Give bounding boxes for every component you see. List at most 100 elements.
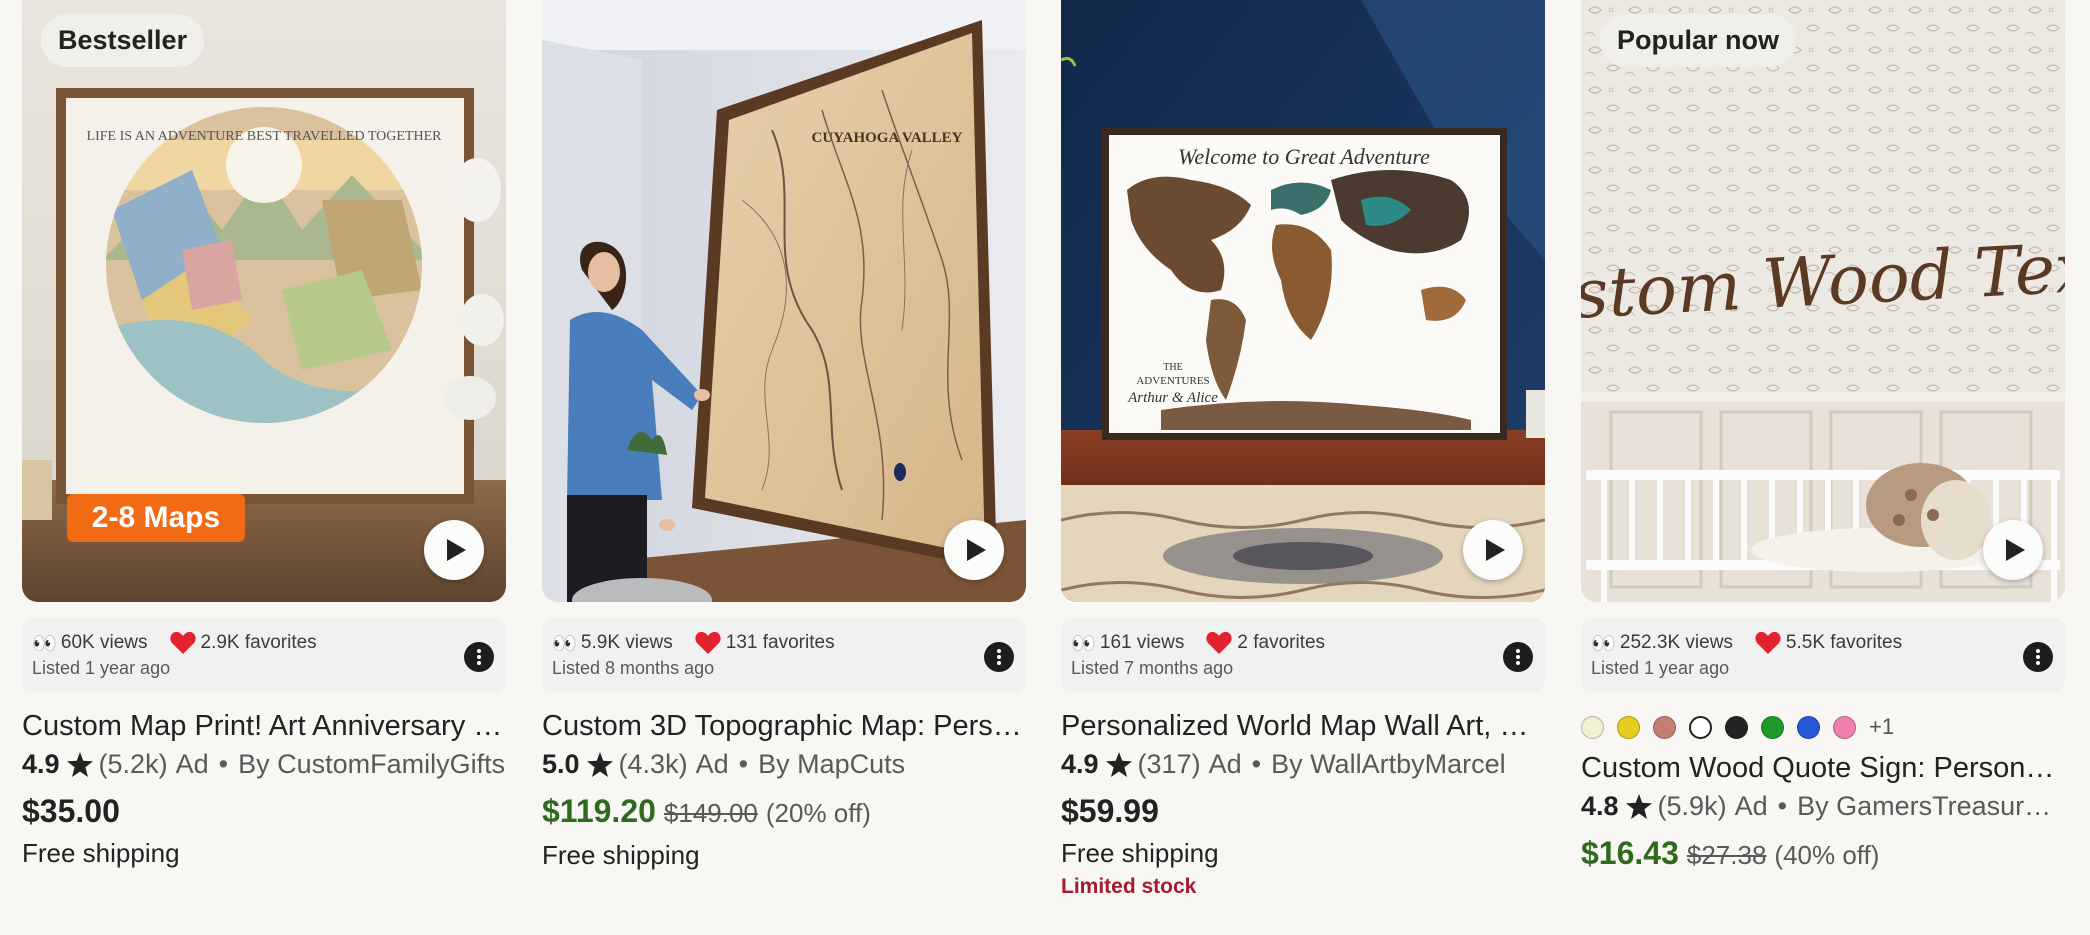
listed-date: Listed 1 year ago [32, 658, 171, 678]
shop-name[interactable]: By CustomFamilyGifts [238, 744, 505, 784]
svg-text:ADVENTURES: ADVENTURES [1136, 375, 1209, 387]
svg-text:THE: THE [1163, 362, 1182, 373]
listing-card[interactable]: LIFE IS AN ADVENTURE BEST TRAVELLED TOGE… [22, 0, 506, 872]
topographic-map-photo: CUYAHOGA VALLEY [542, 0, 1026, 602]
views-count: 5.9K views [580, 632, 673, 653]
review-count: (4.3k) [618, 749, 688, 779]
svg-text:CUYAHOGA VALLEY: CUYAHOGA VALLEY [811, 130, 962, 146]
shipping-label: Free shipping [22, 838, 180, 868]
heart-icon [169, 631, 196, 655]
engagement-stats: 👀 5.9K views 131 favorites Listed 8 mont… [542, 618, 1026, 692]
star-icon [586, 751, 613, 777]
heart-icon [1755, 631, 1781, 655]
heart-icon [1206, 631, 1233, 655]
color-swatch[interactable] [1761, 715, 1784, 739]
play-video-button[interactable] [1983, 520, 2043, 580]
play-icon [967, 539, 986, 561]
listed-date: Listed 1 year ago [1591, 658, 1730, 678]
separator-dot: • [1251, 749, 1262, 779]
star-icon [1625, 793, 1652, 819]
views-count: 252.3K views [1619, 632, 1733, 653]
popular-now-badge: Popular now [1600, 14, 1796, 67]
world-map-print-photo: Welcome to Great Adventure THE ADVENTURE… [1061, 0, 1545, 602]
engagement-stats: 👀 60K views 2.9K favorites Listed 1 year… [22, 618, 506, 692]
eyes-icon: 👀 [32, 632, 57, 655]
more-options-button[interactable] [2023, 642, 2053, 672]
rating-score: 4.9 [1061, 749, 1099, 779]
listed-date: Listed 7 months ago [1071, 658, 1234, 678]
shop-name[interactable]: By WallArtbyMarcel [1271, 744, 1506, 784]
views-count: 60K views [60, 632, 148, 653]
listing-title[interactable]: Personalized World Map Wall Art, Custom [1061, 708, 1545, 744]
price-row: $35.00 [22, 788, 506, 834]
discount-label: (40% off) [1774, 840, 1880, 870]
sale-price: $16.43 [1581, 835, 1679, 871]
sale-price: $119.20 [542, 793, 656, 829]
color-swatch[interactable] [1581, 715, 1604, 739]
rating-score: 4.9 [22, 749, 60, 779]
play-icon [2006, 539, 2025, 561]
svg-text:Arthur & Alice: Arthur & Alice [1127, 390, 1218, 406]
rating-score: 5.0 [542, 749, 580, 779]
more-options-button[interactable] [464, 642, 494, 672]
separator-dot: • [1777, 791, 1788, 821]
eyes-icon: 👀 [1071, 632, 1096, 655]
color-swatches: +1 [1581, 712, 2065, 742]
listing-image[interactable]: Welcome to Great Adventure THE ADVENTURE… [1061, 0, 1545, 602]
eyes-icon: 👀 [552, 632, 577, 655]
rating-row: 4.9 (317) Ad • By WallArtbyMarcel [1061, 744, 1545, 784]
original-price: $149.00 [663, 798, 758, 828]
price-row: $59.99 [1061, 788, 1545, 834]
shipping-label: Free shipping [1061, 838, 1219, 868]
review-count: (5.2k) [98, 749, 168, 779]
price: $59.99 [1061, 793, 1159, 829]
star-icon [66, 751, 93, 777]
listing-card[interactable]: Custom Wood Texts Popular now 👀 252.3K v [1581, 0, 2065, 878]
engagement-stats: 👀 252.3K views 5.5K favorites Listed 1 y… [1581, 618, 2065, 692]
shop-name[interactable]: By MapCuts [758, 744, 905, 784]
ad-label: Ad [1734, 791, 1768, 821]
listing-card[interactable]: Welcome to Great Adventure THE ADVENTURE… [1061, 0, 1545, 902]
listing-title[interactable]: Custom 3D Topographic Map: Personalized [542, 708, 1026, 744]
color-swatch[interactable] [1833, 715, 1856, 739]
rating-score: 4.8 [1581, 791, 1619, 821]
eyes-icon: 👀 [1591, 632, 1616, 655]
review-count: (317) [1137, 749, 1201, 779]
engagement-stats: 👀 161 views 2 favorites Listed 7 months … [1061, 618, 1545, 692]
ad-label: Ad [1208, 749, 1242, 779]
color-swatch[interactable] [1653, 715, 1676, 739]
color-swatch[interactable] [1617, 715, 1640, 739]
limited-stock-label: Limited stock [1061, 875, 1197, 898]
color-swatch[interactable] [1689, 715, 1712, 739]
discount-label: (20% off) [765, 798, 871, 828]
play-video-button[interactable] [944, 520, 1004, 580]
views-count: 161 views [1099, 632, 1185, 653]
price-row: $119.20 $149.00 (20% off) [542, 788, 1026, 836]
listing-title[interactable]: Custom Wood Quote Sign: Personalized [1581, 750, 2065, 786]
shop-name[interactable]: By GamersTreasureChest [1797, 786, 2065, 826]
more-options-button[interactable] [1503, 642, 1533, 672]
listing-card[interactable]: CUYAHOGA VALLEY 👀 5.9K views 131 favorit… [542, 0, 1026, 874]
favorites-count: 131 favorites [725, 632, 835, 653]
color-swatch[interactable] [1725, 715, 1748, 739]
rating-row: 4.8 (5.9k) Ad • By GamersTreasureChest [1581, 786, 2065, 826]
star-icon [1105, 751, 1132, 777]
more-colors-label[interactable]: +1 [1869, 714, 1894, 740]
play-video-button[interactable] [1463, 520, 1523, 580]
listing-image[interactable]: Custom Wood Texts Popular now [1581, 0, 2065, 602]
heart-icon [695, 631, 721, 655]
svg-text:LIFE IS AN ADVENTURE BEST TRAV: LIFE IS AN ADVENTURE BEST TRAVELLED TOGE… [87, 129, 443, 144]
shipping-label: Free shipping [542, 840, 700, 870]
listing-title[interactable]: Custom Map Print! Art Anniversary Gift [22, 708, 506, 744]
listing-image[interactable]: LIFE IS AN ADVENTURE BEST TRAVELLED TOGE… [22, 0, 506, 602]
play-video-button[interactable] [424, 520, 484, 580]
rating-row: 5.0 (4.3k) Ad • By MapCuts [542, 744, 1026, 784]
color-swatch[interactable] [1797, 715, 1820, 739]
more-options-button[interactable] [984, 642, 1014, 672]
listed-date: Listed 8 months ago [552, 658, 715, 678]
separator-dot: • [738, 749, 749, 779]
svg-text:Welcome to Great Adventure: Welcome to Great Adventure [1178, 144, 1430, 169]
listing-image[interactable]: CUYAHOGA VALLEY [542, 0, 1026, 602]
original-price: $27.38 [1686, 840, 1767, 870]
review-count: (5.9k) [1657, 791, 1727, 821]
